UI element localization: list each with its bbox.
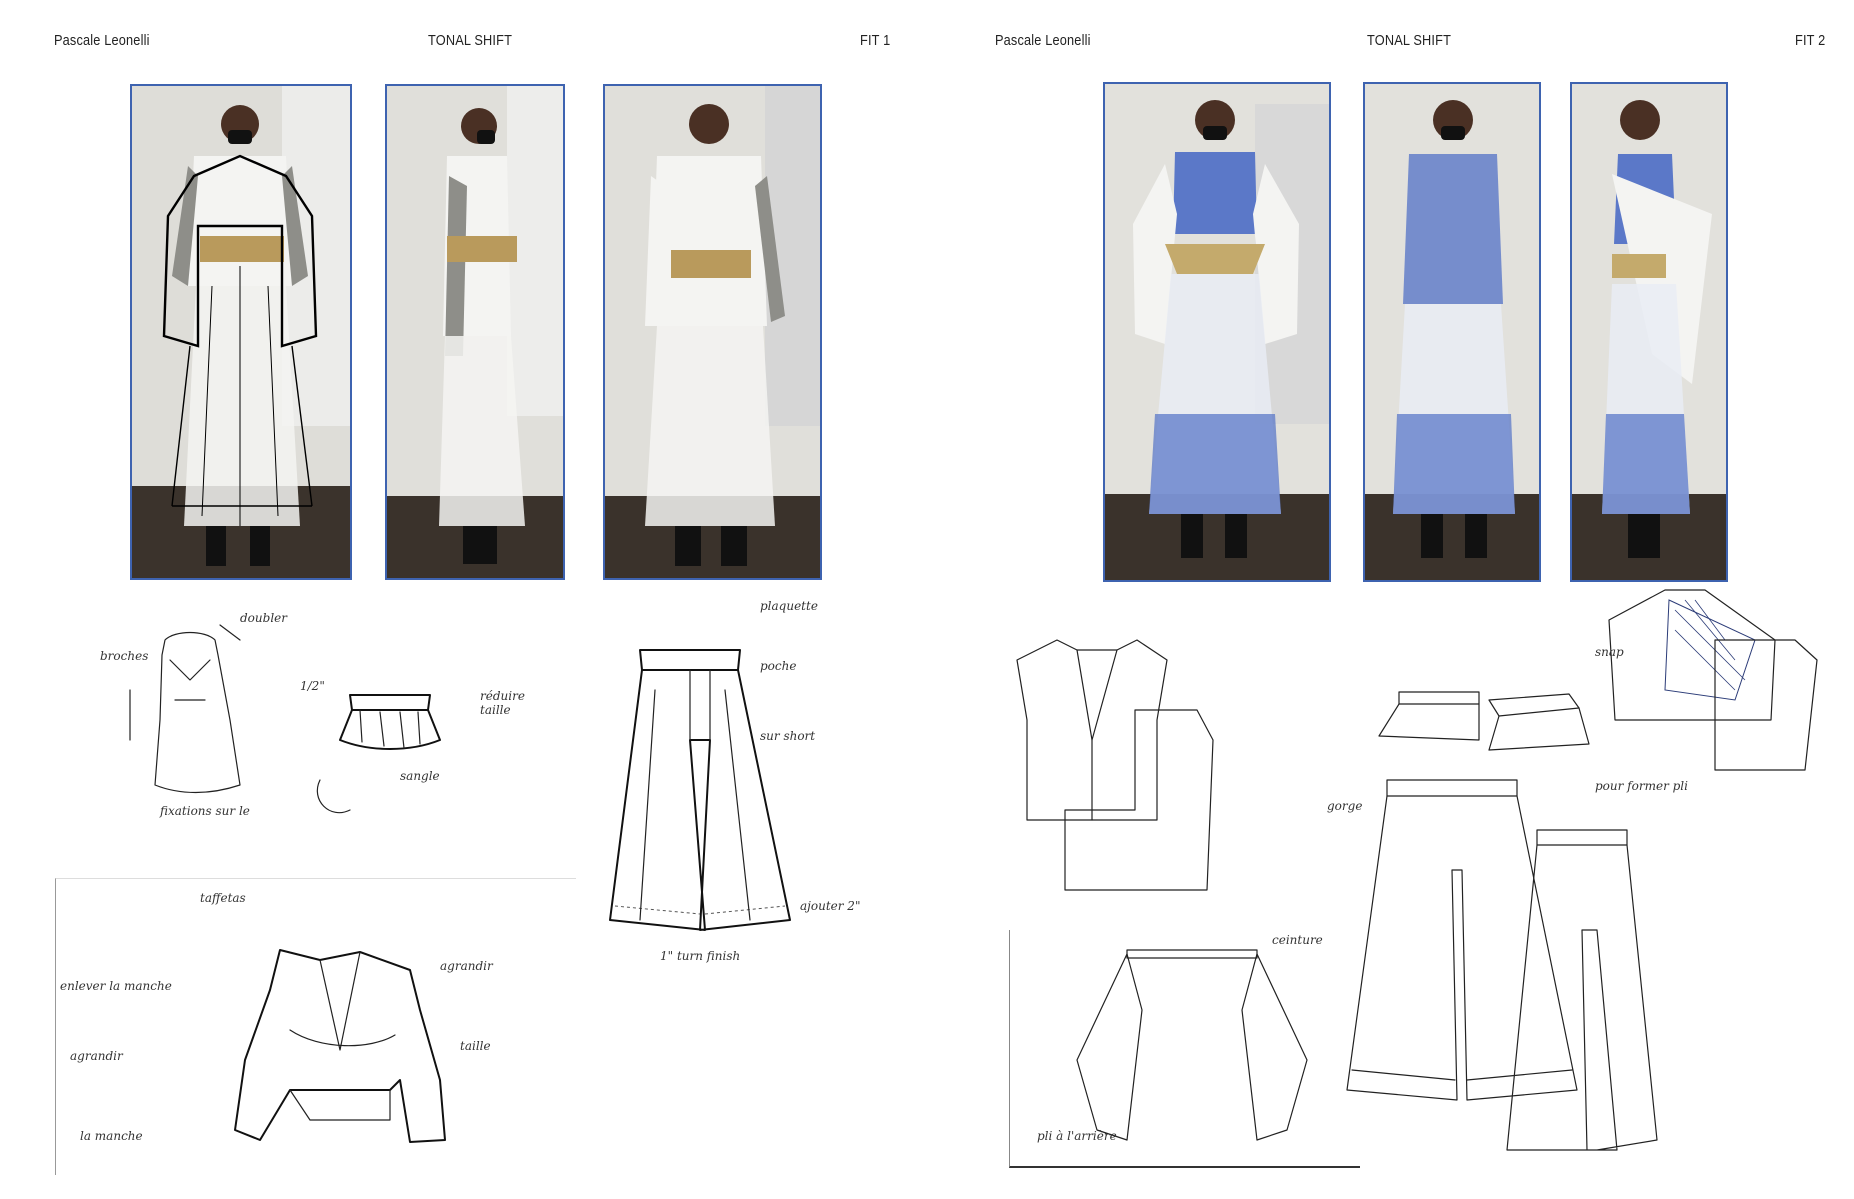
svg-text:réduire: réduire (480, 689, 525, 703)
collection-title: TONAL SHIFT (428, 32, 513, 49)
svg-text:gorge: gorge (1327, 799, 1362, 813)
svg-text:ajouter 2": ajouter 2" (800, 899, 860, 913)
fit-label: FIT 2 (1795, 32, 1826, 49)
svg-text:agrandir: agrandir (70, 1049, 124, 1063)
designer-name: Pascale Leonelli (995, 32, 1091, 49)
flat-trousers: gorge (1327, 770, 1747, 1170)
left-page: Pascale Leonelli TONAL SHIFT FIT 1 broch… (0, 0, 927, 1199)
svg-text:1/2": 1/2" (300, 679, 325, 693)
svg-text:sangle: sangle (400, 769, 440, 783)
sketch-jacket: taffetas enlever la manche agrandir agra… (60, 880, 580, 1170)
svg-text:taffetas: taffetas (200, 891, 246, 905)
flat-vest (1016, 639, 1217, 900)
fit2-side-photo (1570, 82, 1728, 582)
svg-text:doubler: doubler (240, 611, 288, 625)
svg-text:pli à l'arrière: pli à l'arrière (1037, 1129, 1117, 1143)
svg-text:plaquette: plaquette (760, 599, 818, 613)
sketch-top-collar: broches doubler fixations sur le (80, 600, 290, 850)
svg-text:taille: taille (460, 1039, 491, 1053)
right-page: Pascale Leonelli TONAL SHIFT FIT 2 snap … (927, 0, 1854, 1199)
svg-text:poche: poche (760, 659, 796, 673)
svg-text:broches: broches (100, 649, 148, 663)
fit-label: FIT 1 (860, 32, 891, 49)
svg-text:sur short: sur short (760, 729, 815, 743)
svg-text:ceinture: ceinture (1272, 933, 1323, 947)
fit2-open-photo (1363, 82, 1541, 582)
svg-text:1" turn finish: 1" turn finish (660, 949, 740, 963)
fit1-back-photo (603, 84, 822, 580)
flat-sleeves: ceinture pli à l'arrière (1027, 930, 1357, 1150)
fit1-front-photo (130, 84, 352, 580)
sketch-trousers: plaquette poche sur short ajouter 2" 1" … (560, 590, 890, 970)
svg-text:la manche: la manche (80, 1129, 143, 1143)
svg-text:taille: taille (480, 703, 511, 717)
svg-text:enlever la manche: enlever la manche (60, 979, 172, 993)
svg-text:agrandir: agrandir (440, 959, 494, 973)
designer-name: Pascale Leonelli (54, 32, 150, 49)
flat-belt (1369, 680, 1599, 770)
collection-title: TONAL SHIFT (1367, 32, 1452, 49)
sketch-belt: 1/2" réduire taille sangle (300, 650, 530, 840)
fit2-front-photo (1103, 82, 1331, 582)
svg-text:snap: snap (1595, 645, 1624, 659)
fit1-side-photo (385, 84, 565, 580)
flat-top: snap pour former pli (1595, 580, 1825, 793)
svg-text:fixations sur le: fixations sur le (159, 804, 250, 818)
